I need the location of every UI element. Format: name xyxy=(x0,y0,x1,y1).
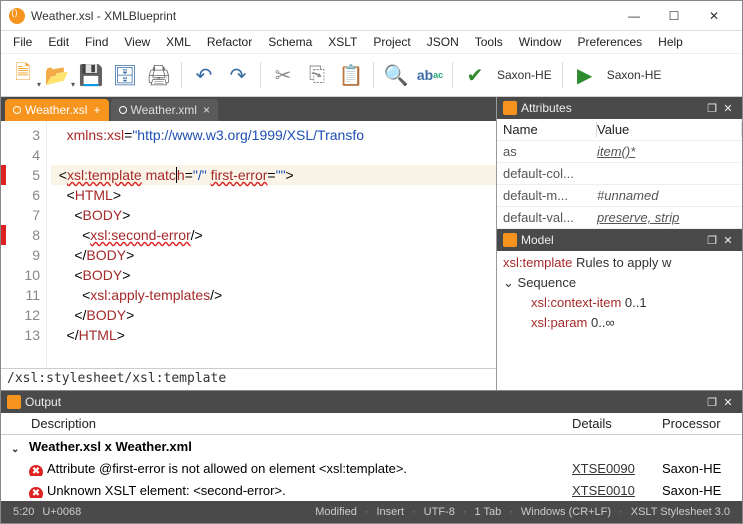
menu-view[interactable]: View xyxy=(116,33,158,51)
attribute-row[interactable]: asitem()* xyxy=(497,141,742,163)
out-col-desc: Description xyxy=(1,416,572,431)
caret-down-icon[interactable]: ⌄ xyxy=(503,275,514,290)
model-tree[interactable]: xsl:template Rules to apply w ⌄ Sequence… xyxy=(497,251,742,390)
file-indicator xyxy=(119,106,127,114)
model-item[interactable]: xsl:context-item 0..1 xyxy=(503,295,736,315)
status-insert: Insert xyxy=(372,506,408,518)
tab-close-icon[interactable]: × xyxy=(203,103,210,117)
attribute-row[interactable]: default-col... xyxy=(497,163,742,185)
model-icon xyxy=(503,233,517,247)
attributes-table[interactable]: Name Value asitem()*default-col...defaul… xyxy=(497,119,742,229)
new-button[interactable]: 🗎▾ xyxy=(7,59,39,91)
editor-tabs: Weather.xsl + Weather.xml × xyxy=(1,97,496,121)
menu-schema[interactable]: Schema xyxy=(260,33,320,51)
window-title: Weather.xsl - XMLBlueprint xyxy=(31,9,614,23)
panel-undock-icon[interactable]: ❐ xyxy=(704,396,720,409)
title-bar: Weather.xsl - XMLBlueprint — ☐ ✕ xyxy=(1,1,742,31)
panel-undock-icon[interactable]: ❐ xyxy=(704,102,720,115)
output-error-row[interactable]: ✖Unknown XSLT element: <second-error>.XT… xyxy=(1,479,742,501)
replace-button[interactable]: abac xyxy=(414,59,446,91)
output-error-row[interactable]: ✖Attribute @first-error is not allowed o… xyxy=(1,457,742,479)
code-area[interactable]: xmlns:xsl="http://www.w3.org/1999/XSL/Tr… xyxy=(47,121,496,368)
menu-preferences[interactable]: Preferences xyxy=(569,33,650,51)
attr-col-value: Value xyxy=(597,122,742,137)
panel-close-icon[interactable]: ✕ xyxy=(720,234,736,247)
tab-label: Weather.xsl xyxy=(25,103,87,117)
model-title: Model xyxy=(521,233,554,247)
run-button[interactable]: ▶ xyxy=(569,59,601,91)
status-tab: 1 Tab xyxy=(471,506,506,518)
menu-help[interactable]: Help xyxy=(650,33,691,51)
out-col-det: Details xyxy=(572,416,662,431)
paste-button[interactable]: 📋 xyxy=(335,59,367,91)
maximize-button[interactable]: ☐ xyxy=(654,2,694,30)
status-char: U+0068 xyxy=(38,506,85,518)
undo-button[interactable]: ↶ xyxy=(188,59,220,91)
editor-tab[interactable]: Weather.xsl + xyxy=(5,99,109,121)
menu-edit[interactable]: Edit xyxy=(40,33,77,51)
line-gutter: 345678910111213 xyxy=(1,121,47,368)
validate-button[interactable]: ✔ xyxy=(459,59,491,91)
attribute-row[interactable]: default-m...#unnamed xyxy=(497,185,742,207)
print-button[interactable]: 🖨 xyxy=(143,59,175,91)
status-eol: Windows (CR+LF) xyxy=(517,506,615,518)
close-button[interactable]: ✕ xyxy=(694,2,734,30)
menu-project[interactable]: Project xyxy=(365,33,418,51)
panel-close-icon[interactable]: ✕ xyxy=(720,396,736,409)
output-title: Output xyxy=(25,395,61,409)
attributes-icon xyxy=(503,101,517,115)
panel-undock-icon[interactable]: ❐ xyxy=(704,234,720,247)
error-icon: ✖ xyxy=(29,487,43,498)
output-icon xyxy=(7,395,21,409)
open-button[interactable]: 📂▾ xyxy=(41,59,73,91)
app-icon xyxy=(9,8,25,24)
out-col-proc: Processor xyxy=(662,416,742,431)
dirty-indicator xyxy=(13,106,21,114)
attributes-title: Attributes xyxy=(521,101,572,115)
caret-down-icon[interactable]: ⌄ xyxy=(11,444,19,454)
menu-json[interactable]: JSON xyxy=(419,33,467,51)
attribute-row[interactable]: default-val...preserve, strip xyxy=(497,207,742,229)
copy-button[interactable]: ⎘ xyxy=(301,59,333,91)
minimize-button[interactable]: — xyxy=(614,2,654,30)
run-engine-label[interactable]: Saxon-HE xyxy=(603,68,666,82)
menu-xml[interactable]: XML xyxy=(158,33,199,51)
attributes-panel-header[interactable]: Attributes ❐ ✕ xyxy=(497,97,742,119)
status-encoding: UTF-8 xyxy=(420,506,459,518)
find-button[interactable]: 🔍 xyxy=(380,59,412,91)
xpath-breadcrumb[interactable]: /xsl:stylesheet/xsl:template xyxy=(1,368,496,390)
menu-xslt[interactable]: XSLT xyxy=(320,33,365,51)
toolbar: 🗎▾ 📂▾ 💾 🗄 🖨 ↶ ↷ ✂ ⎘ 📋 🔍 abac ✔ Saxon-HE … xyxy=(1,53,742,97)
cut-button[interactable]: ✂ xyxy=(267,59,299,91)
menu-file[interactable]: File xyxy=(5,33,40,51)
save-all-button[interactable]: 🗄 xyxy=(109,59,141,91)
menu-window[interactable]: Window xyxy=(511,33,570,51)
output-panel-header[interactable]: Output ❐ ✕ xyxy=(1,391,742,413)
menu-find[interactable]: Find xyxy=(77,33,116,51)
redo-button[interactable]: ↷ xyxy=(222,59,254,91)
status-modified: Modified xyxy=(311,506,361,518)
error-icon: ✖ xyxy=(29,465,43,476)
tab-label: Weather.xml xyxy=(131,103,197,117)
attr-col-name: Name xyxy=(497,122,597,137)
validate-engine-label[interactable]: Saxon-HE xyxy=(493,68,556,82)
tab-add-icon[interactable]: + xyxy=(93,103,100,117)
output-table[interactable]: Description Details Processor ⌄Weather.x… xyxy=(1,413,742,501)
panel-close-icon[interactable]: ✕ xyxy=(720,102,736,115)
menu-bar: FileEditFindViewXMLRefactorSchemaXSLTPro… xyxy=(1,31,742,53)
status-bar: 5:20 U+0068 Modified· Insert· UTF-8· 1 T… xyxy=(1,501,742,523)
status-version: XSLT Stylesheet 3.0 xyxy=(627,506,734,518)
model-item[interactable]: xsl:param 0..∞ xyxy=(503,315,736,335)
code-editor[interactable]: 345678910111213 xmlns:xsl="http://www.w3… xyxy=(1,121,496,368)
model-panel-header[interactable]: Model ❐ ✕ xyxy=(497,229,742,251)
menu-tools[interactable]: Tools xyxy=(467,33,511,51)
editor-tab[interactable]: Weather.xml × xyxy=(111,99,218,121)
save-button[interactable]: 💾 xyxy=(75,59,107,91)
menu-refactor[interactable]: Refactor xyxy=(199,33,260,51)
status-pos: 5:20 xyxy=(9,506,38,518)
